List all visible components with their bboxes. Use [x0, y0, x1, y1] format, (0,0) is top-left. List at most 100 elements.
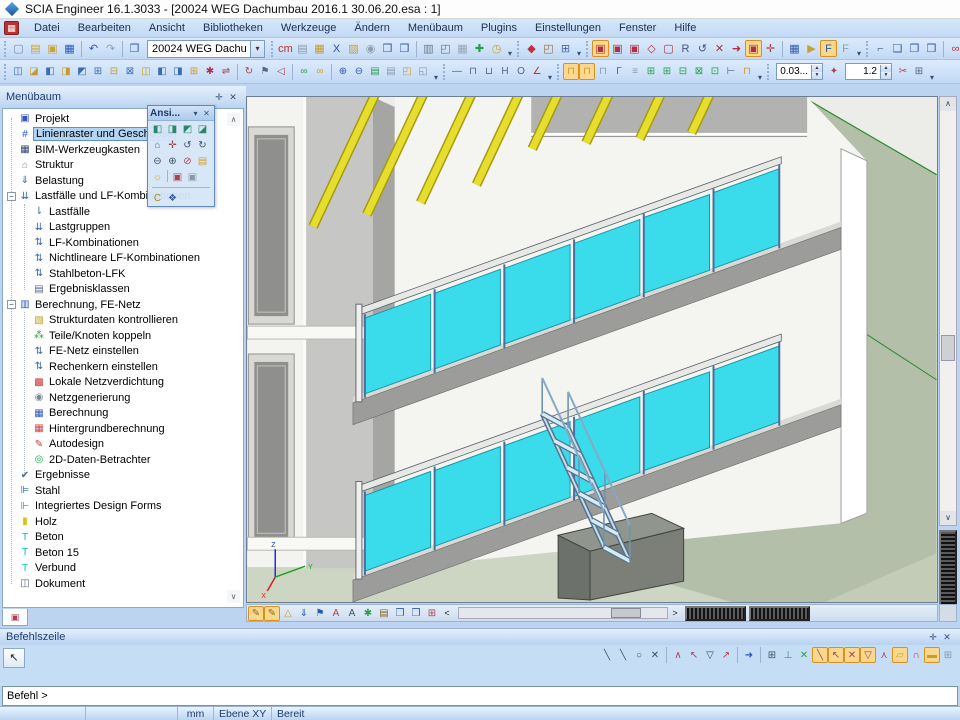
- line-icon[interactable]: —: [449, 63, 465, 80]
- xesa-icon[interactable]: X: [328, 40, 345, 57]
- menu-tree-tab[interactable]: ▣: [2, 609, 28, 626]
- tree-item-strukturdaten-kontrollieren[interactable]: ▧Strukturdaten kontrollieren: [3, 313, 243, 329]
- vertical-scrollbar[interactable]: ∧ ∨: [939, 96, 957, 526]
- tree-item-holz[interactable]: ▮Holz: [3, 514, 243, 530]
- snap-perpendicular-icon[interactable]: ⊥: [780, 647, 796, 663]
- section-icon[interactable]: ◪: [26, 63, 42, 80]
- save-view-icon[interactable]: ▦: [786, 40, 803, 57]
- section-icon[interactable]: ◧: [154, 63, 170, 80]
- clipboard-icon[interactable]: ▧: [345, 40, 362, 57]
- snap-icon[interactable]: ✦: [826, 63, 842, 80]
- opening-icon[interactable]: ⊟: [675, 63, 691, 80]
- toolbar-grip[interactable]: [557, 64, 560, 80]
- tree-item-ergebnisklassen[interactable]: ▤Ergebnisklassen: [3, 282, 243, 298]
- subregion-icon[interactable]: ⊠: [691, 63, 707, 80]
- rib-icon[interactable]: ⊢: [723, 63, 739, 80]
- light-icon[interactable]: ☼: [150, 170, 165, 184]
- tree-item-berechnung-fe-netz[interactable]: −▥Berechnung, FE-Netz: [3, 297, 243, 313]
- tree-item-ergebnisse[interactable]: ✔Ergebnisse: [3, 468, 243, 484]
- tree-item-lokale-netzverdichtung[interactable]: ▩Lokale Netzverdichtung: [3, 375, 243, 391]
- snap-circle-icon[interactable]: ○: [631, 647, 647, 663]
- tree-item-rechenkern-einstellen[interactable]: ⇅Rechenkern einstellen: [3, 359, 243, 375]
- snap-ortho-icon[interactable]: ▬: [924, 647, 940, 663]
- snap-vertex-icon[interactable]: ∧: [670, 647, 686, 663]
- section-icon[interactable]: ◧: [42, 63, 58, 80]
- save-icon[interactable]: ▦: [61, 40, 78, 57]
- haunch-icon[interactable]: ⊓: [739, 63, 755, 80]
- toolbar-grip[interactable]: [443, 64, 446, 80]
- open-file-icon[interactable]: ▤: [27, 40, 44, 57]
- view-parameters-icon[interactable]: ❖: [165, 191, 180, 205]
- section-icon[interactable]: ◫: [10, 63, 26, 80]
- tree-item-stahl[interactable]: ⊫Stahl: [3, 483, 243, 499]
- doc-search-icon[interactable]: ◰: [540, 40, 557, 57]
- pan-control-horizontal-1[interactable]: [685, 606, 746, 621]
- command-input[interactable]: Befehl >: [2, 686, 958, 706]
- select-all-icon[interactable]: ▣: [745, 40, 762, 57]
- load-display-icon[interactable]: ⇓: [296, 606, 312, 621]
- units-icon[interactable]: cm: [277, 40, 294, 57]
- snap-plane-icon[interactable]: ▱: [892, 647, 908, 663]
- zoom-window-icon[interactable]: ⊘: [180, 154, 195, 168]
- node-icon[interactable]: ✱: [202, 63, 218, 80]
- scroll-left-icon[interactable]: <: [440, 606, 454, 621]
- import-icon[interactable]: ▣: [44, 40, 61, 57]
- view-right-icon[interactable]: ◪: [195, 122, 210, 136]
- window-icon[interactable]: ❐: [126, 40, 143, 57]
- u-section-icon[interactable]: ⊔: [481, 63, 497, 80]
- snap-branch-icon[interactable]: ⋏: [876, 647, 892, 663]
- tree-item-integriertes-design-forms[interactable]: ⊩Integriertes Design Forms: [3, 499, 243, 515]
- h-section-icon[interactable]: H: [497, 63, 513, 80]
- grid-settings-icon[interactable]: ⊞: [911, 63, 927, 80]
- tree-item-netzgenerierung[interactable]: ◉Netzgenerierung: [3, 390, 243, 406]
- section-icon[interactable]: ◨: [170, 63, 186, 80]
- rotate-right-icon[interactable]: ↻: [195, 138, 210, 152]
- tree-item-lastgruppen[interactable]: ⇊Lastgruppen: [3, 220, 243, 236]
- snap-endpoint-icon[interactable]: ↖: [686, 647, 702, 663]
- section-icon[interactable]: ◩: [74, 63, 90, 80]
- spin-up-icon[interactable]: ▲: [812, 65, 822, 72]
- menu-werkzeuge[interactable]: Werkzeuge: [272, 20, 345, 36]
- close-icon[interactable]: ✕: [226, 92, 240, 103]
- view-left-icon[interactable]: ◩: [180, 122, 195, 136]
- toolbar-grip[interactable]: [4, 64, 7, 80]
- overflow-icon[interactable]: ▾: [854, 49, 864, 59]
- clipping-box-icon[interactable]: C: [150, 191, 165, 205]
- tree-item-fe-netz-einstellen[interactable]: ⇅FE-Netz einstellen: [3, 344, 243, 360]
- snap-line-icon[interactable]: ╲: [599, 647, 615, 663]
- member-axes-icon[interactable]: △: [280, 606, 296, 621]
- snap-line2-icon[interactable]: ╲: [615, 647, 631, 663]
- axo-view-icon[interactable]: ⌂: [150, 138, 165, 152]
- new-window-icon[interactable]: ❏: [889, 40, 906, 57]
- beam2-icon[interactable]: ⊓: [579, 63, 595, 80]
- glasses-icon[interactable]: ∞: [947, 40, 960, 57]
- select-rect-icon[interactable]: ▢: [660, 40, 677, 57]
- scroll-up-icon[interactable]: ∧: [940, 97, 956, 111]
- filter-on-icon[interactable]: F: [820, 40, 837, 57]
- undo-icon[interactable]: ↶: [85, 40, 102, 57]
- layers-grey-icon[interactable]: ▤: [383, 63, 399, 80]
- select-previous-icon[interactable]: ↺: [694, 40, 711, 57]
- sphere-icon[interactable]: ◉: [362, 40, 379, 57]
- snap-grid-icon[interactable]: ⊞: [764, 647, 780, 663]
- model-3d-viewport[interactable]: Z Y X: [246, 96, 938, 603]
- menu-plugins[interactable]: Plugins: [472, 20, 526, 36]
- snap-intersection-icon[interactable]: ✕: [796, 647, 812, 663]
- window-display-icon[interactable]: ❒: [392, 606, 408, 621]
- select-remove-icon[interactable]: ▣: [626, 40, 643, 57]
- zoom-plus-icon[interactable]: ⊕: [335, 63, 351, 80]
- pin-icon[interactable]: ✛: [212, 92, 226, 103]
- beam-icon[interactable]: ⊓: [563, 63, 579, 80]
- close-icon[interactable]: ✕: [201, 109, 212, 118]
- zoom-minus-icon[interactable]: ⊖: [351, 63, 367, 80]
- tree-item-verbund[interactable]: TVerbund: [3, 561, 243, 577]
- section-icon[interactable]: ⊟: [106, 63, 122, 80]
- scia-menu-icon[interactable]: ▦: [4, 21, 19, 35]
- toolbar-grip[interactable]: [271, 41, 274, 57]
- scale-icon[interactable]: ✂: [895, 63, 911, 80]
- tree-item-2d-daten-betrachter[interactable]: ◎2D-Daten-Betrachter: [3, 452, 243, 468]
- deselect-icon[interactable]: ✕: [711, 40, 728, 57]
- plate2-icon[interactable]: ⊞: [659, 63, 675, 80]
- section-icon[interactable]: ◨: [58, 63, 74, 80]
- horizontal-scrollbar[interactable]: [458, 607, 668, 619]
